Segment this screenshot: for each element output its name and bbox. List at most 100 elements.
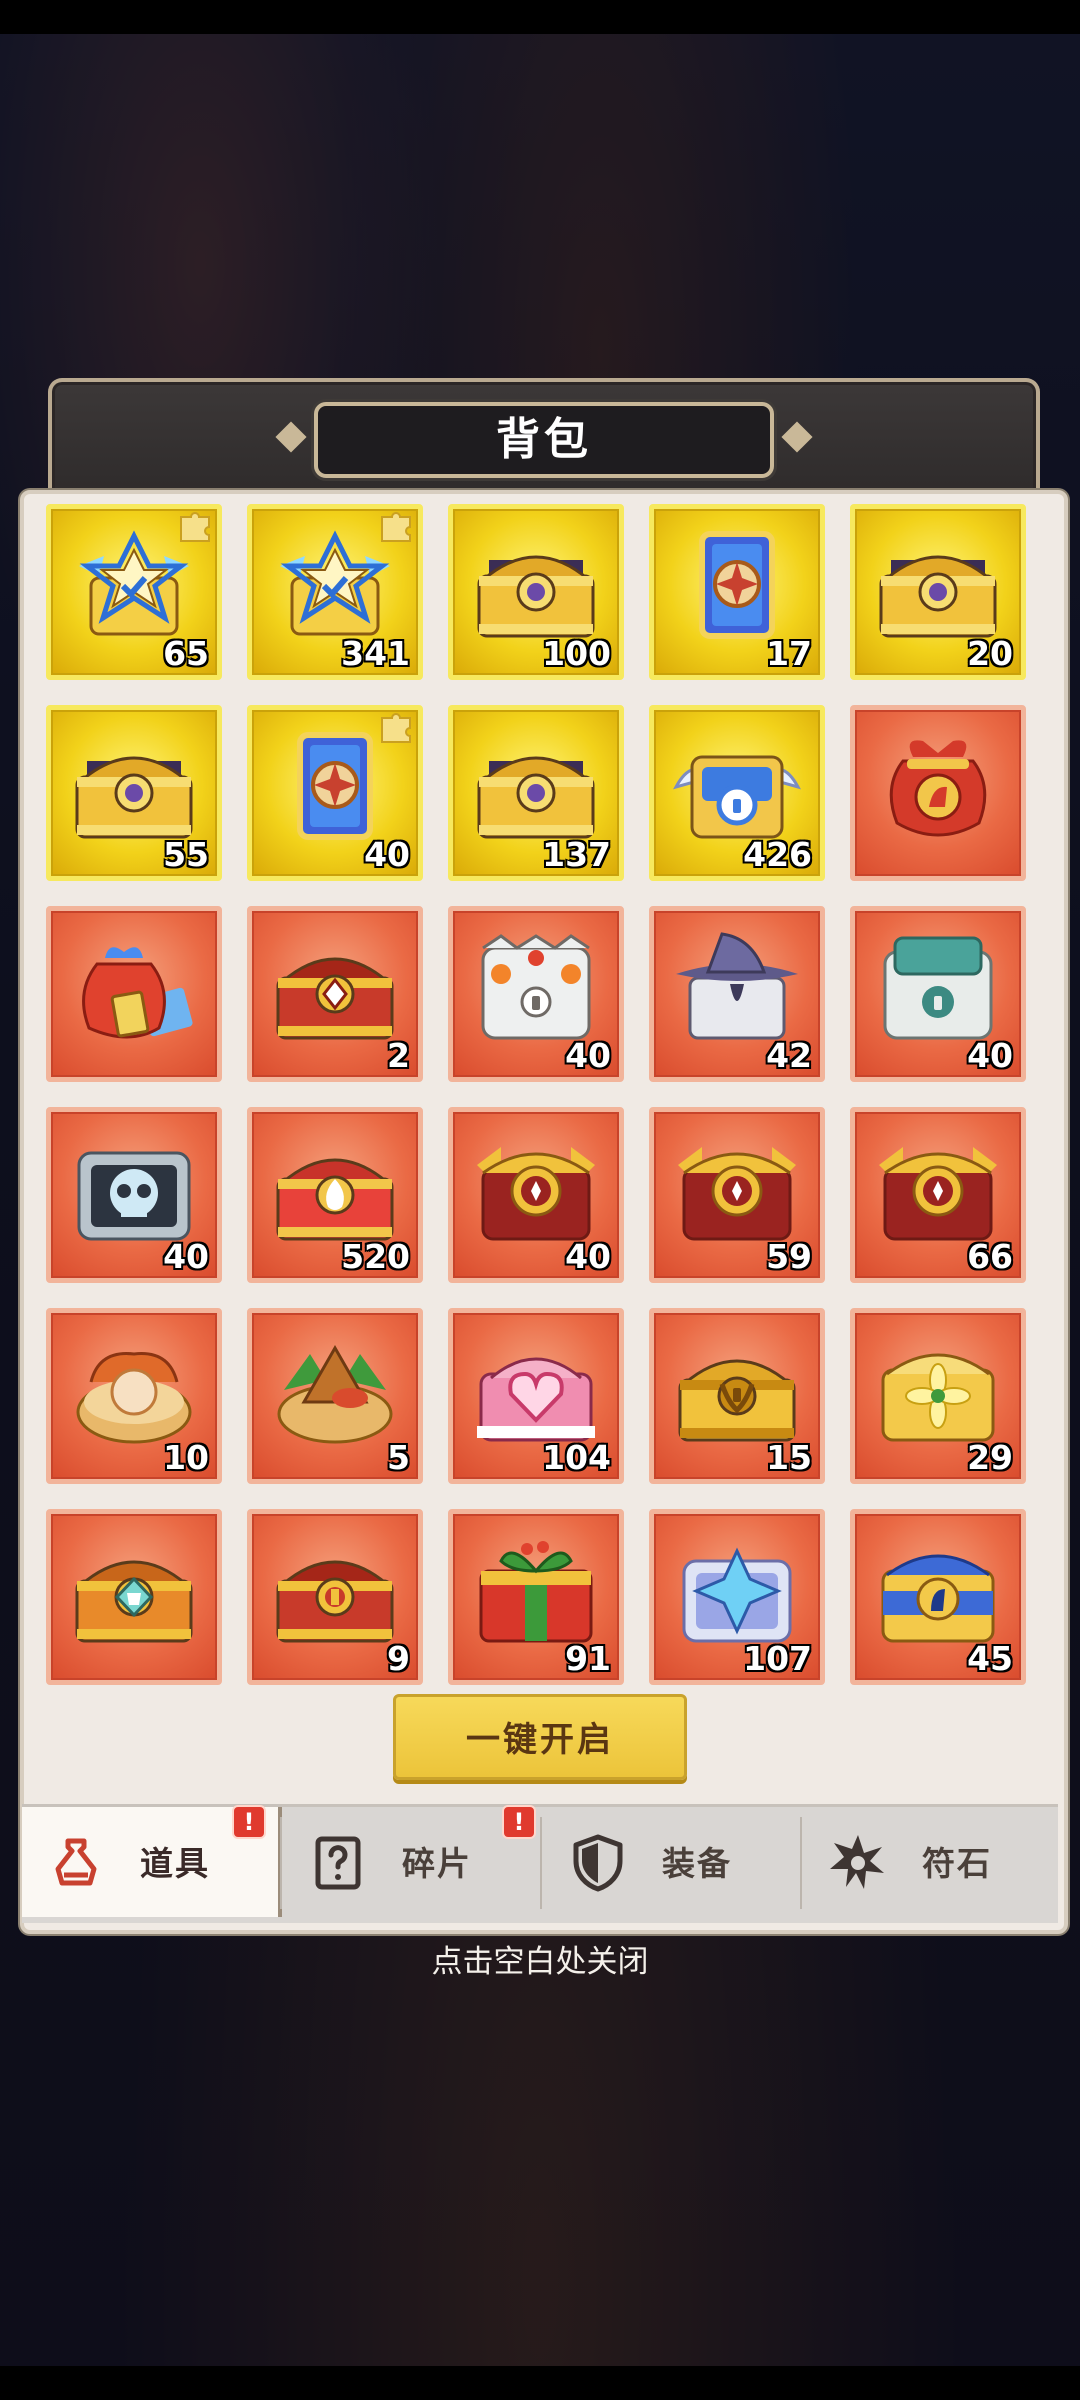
item-count: 15 [766,1438,812,1477]
inventory-slot[interactable]: 137 [448,705,624,881]
ice-crystal-chest-icon [672,1531,802,1649]
rune-star-icon [830,1835,884,1889]
horse-crest-blue-chest-icon [873,1531,1003,1649]
item-count: 100 [542,634,611,673]
royal-purple-chest-icon [471,526,601,644]
inventory-slot[interactable]: 100 [448,504,624,680]
puzzle-piece-icon [177,509,213,543]
inventory-slot[interactable] [850,705,1026,881]
royal-purple-chest-icon [471,727,601,845]
close-hint[interactable]: 点击空白处关闭 [0,1936,1080,1981]
inventory-slot[interactable]: 59 [649,1107,825,1283]
inventory-slot[interactable]: 10 [46,1308,222,1484]
item-count: 40 [163,1237,209,1276]
tab-runes[interactable]: 符石 [804,1807,1060,1917]
tab-divider [280,1817,282,1909]
shield-icon [573,1834,623,1892]
red-gem-chest-icon [270,928,400,1046]
fire-lock-chest-icon [471,928,601,1046]
item-count: 17 [766,634,812,673]
tab-fragments-label: 碎片 [402,1844,472,1883]
tab-fragments[interactable]: 碎片 ! [284,1805,540,1917]
item-count: 520 [341,1237,410,1276]
tab-divider [800,1817,802,1909]
item-count: 40 [364,835,410,874]
witch-hat-chest-icon [672,928,802,1046]
item-count: 137 [542,835,611,874]
flower-gold-chest-icon [873,1330,1003,1448]
tab-bar: 道具 ! 碎片 ! 装备 符石 [22,1804,1058,1923]
laurel-gold-chest-icon [672,1330,802,1448]
emblem-chest-icon [672,1129,802,1247]
item-count: 20 [967,634,1013,673]
item-count: 29 [967,1438,1013,1477]
inventory-slot[interactable]: 45 [850,1509,1026,1685]
inventory-slot[interactable] [46,1509,222,1685]
coin-crest-chest-icon [270,1531,400,1649]
item-count: 2 [387,1036,410,1075]
inventory-slot[interactable]: 104 [448,1308,624,1484]
heart-chest-icon [471,1330,601,1448]
inventory-slot[interactable]: 65 [46,504,222,680]
tab-items[interactable]: 道具 ! [22,1805,278,1917]
item-count: 66 [967,1237,1013,1276]
mooncake-basket-icon [69,1330,199,1448]
inventory-slot[interactable]: 20 [850,504,1026,680]
inventory-slot[interactable]: 15 [649,1308,825,1484]
inventory-slot[interactable]: 17 [649,504,825,680]
inventory-grid: 65 341 100 17 20 55 40 137 426 2 40 42 40 40 520 40 59 66… [46,504,1032,1685]
inventory-slot[interactable]: 107 [649,1509,825,1685]
inventory-slot[interactable]: 55 [46,705,222,881]
tab-items-label: 道具 [140,1844,210,1883]
potion-icon [55,1838,97,1886]
tab-divider [540,1817,542,1909]
inventory-slot[interactable]: 426 [649,705,825,881]
winged-lock-chest-icon [672,727,802,845]
inventory-slot[interactable]: 91 [448,1509,624,1685]
item-count: 42 [766,1036,812,1075]
tab-equipment-label: 装备 [662,1844,732,1883]
puzzle-piece-icon [378,710,414,744]
flame-crest-chest-icon [270,1129,400,1247]
shirt-crest-chest-icon [69,1531,199,1649]
christmas-gift-chest-icon [471,1531,601,1649]
hero-card-icon [270,727,400,845]
item-count: 40 [967,1036,1013,1075]
open-all-button[interactable]: 一键开启 [393,1694,687,1780]
navigation-bar [0,2366,1080,2400]
item-count: 40 [565,1237,611,1276]
royal-purple-chest-icon [69,727,199,845]
emblem-chest-icon [471,1129,601,1247]
inventory-slot[interactable]: 520 [247,1107,423,1283]
inventory-slot[interactable]: 40 [448,906,624,1082]
inventory-slot[interactable]: 9 [247,1509,423,1685]
inventory-slot[interactable]: 40 [46,1107,222,1283]
item-count: 65 [163,634,209,673]
star-emblem-chest-icon [69,526,199,644]
red-horse-bag-icon [873,727,1003,845]
inventory-slot[interactable]: 42 [649,906,825,1082]
inventory-slot[interactable]: 40 [850,906,1026,1082]
inventory-slot[interactable]: 341 [247,504,423,680]
inventory-slot[interactable]: 2 [247,906,423,1082]
notification-badge: ! [232,1805,266,1839]
item-count: 59 [766,1237,812,1276]
tab-runes-label: 符石 [922,1844,992,1883]
teal-lock-chest-icon [873,928,1003,1046]
inventory-slot[interactable]: 40 [247,705,423,881]
item-count: 107 [743,1639,812,1678]
item-count: 104 [542,1438,611,1477]
page-title: 背包 [496,414,592,465]
item-count: 426 [743,835,812,874]
inventory-slot[interactable]: 66 [850,1107,1026,1283]
inventory-slot[interactable] [46,906,222,1082]
puzzle-piece-icon [378,509,414,543]
inventory-slot[interactable]: 29 [850,1308,1026,1484]
hero-card-icon [672,526,802,644]
emblem-chest-icon [873,1129,1003,1247]
tab-equipment[interactable]: 装备 [544,1807,800,1917]
inventory-slot[interactable]: 40 [448,1107,624,1283]
item-count: 10 [163,1438,209,1477]
inventory-slot[interactable]: 5 [247,1308,423,1484]
item-count: 40 [565,1036,611,1075]
